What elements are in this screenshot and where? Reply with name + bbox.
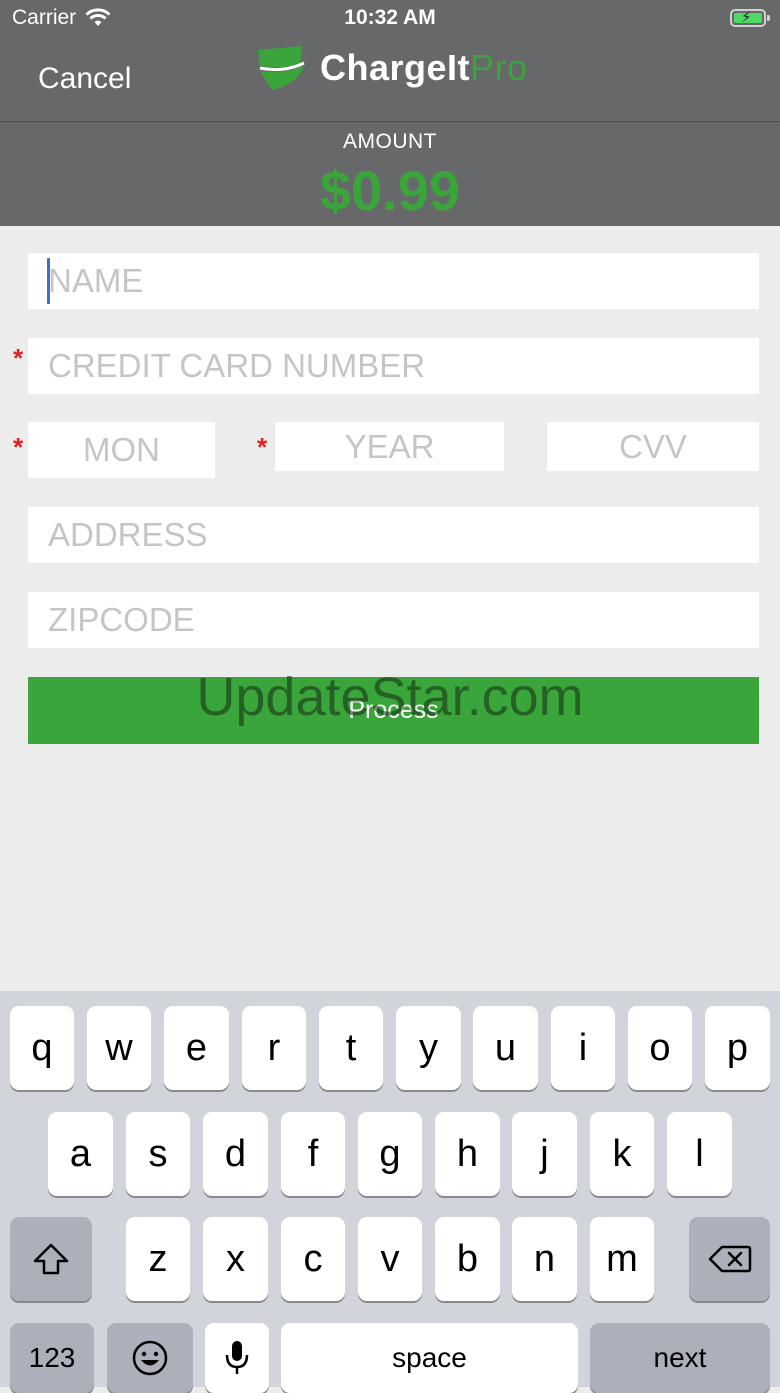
status-time: 10:32 AM [344,6,436,29]
card-required-marker: * [13,343,24,373]
amount-value: $0.99 [319,159,461,222]
key-y[interactable]: y [396,1006,461,1090]
battery-icon: ⚡ [730,9,770,27]
month-required-marker: * [13,432,24,462]
key-g[interactable]: g [358,1112,422,1196]
header: Carrier 10:32 AM ⚡ Cancel ChargeItPro AM… [0,0,780,226]
cvv-input[interactable] [547,422,759,471]
key-f[interactable]: f [281,1112,345,1196]
emoji-key[interactable] [107,1323,193,1393]
navigation-bar: Carrier 10:32 AM ⚡ Cancel ChargeItPro [0,0,780,122]
microphone-icon [225,1341,249,1374]
zipcode-input[interactable] [28,592,759,648]
year-required-marker: * [257,432,268,462]
key-m[interactable]: m [590,1217,654,1301]
year-input[interactable] [275,422,504,471]
name-input[interactable] [28,253,759,309]
address-input[interactable] [28,507,759,563]
logo-main: ChargeIt [320,47,471,88]
key-i[interactable]: i [551,1006,615,1090]
key-s[interactable]: s [126,1112,190,1196]
key-c[interactable]: c [281,1217,345,1301]
key-q[interactable]: q [10,1006,74,1090]
month-input[interactable] [28,422,215,478]
backspace-key[interactable] [689,1217,770,1301]
key-e[interactable]: e [164,1006,229,1090]
microphone-key[interactable] [205,1323,269,1393]
shift-icon [33,1243,69,1275]
backspace-icon [708,1245,751,1273]
app-logo: ChargeItPro [256,44,528,92]
numbers-key[interactable]: 123 [10,1323,94,1393]
cancel-button[interactable]: Cancel [38,62,131,96]
text-cursor [47,258,50,304]
logo-accent: Pro [470,47,528,88]
header-divider [0,121,780,122]
key-w[interactable]: w [87,1006,151,1090]
key-n[interactable]: n [512,1217,577,1301]
amount-label: AMOUNT [343,130,437,153]
keyboard: q w e r t y u i o p a s d f g h j k l z … [0,991,780,1393]
key-h[interactable]: h [435,1112,500,1196]
key-v[interactable]: v [358,1217,422,1301]
key-z[interactable]: z [126,1217,190,1301]
key-u[interactable]: u [473,1006,538,1090]
logo-icon [258,46,305,90]
key-p[interactable]: p [705,1006,770,1090]
next-key[interactable]: next [590,1323,770,1393]
logo-text: ChargeItPro [320,47,528,89]
space-key[interactable]: space [281,1323,578,1393]
key-b[interactable]: b [435,1217,500,1301]
key-x[interactable]: x [203,1217,268,1301]
key-l[interactable]: l [667,1112,732,1196]
credit-card-input[interactable] [28,338,759,394]
key-j[interactable]: j [512,1112,577,1196]
key-o[interactable]: o [628,1006,692,1090]
key-k[interactable]: k [590,1112,654,1196]
key-t[interactable]: t [319,1006,383,1090]
key-d[interactable]: d [203,1112,268,1196]
key-r[interactable]: r [242,1006,306,1090]
shift-key[interactable] [10,1217,92,1301]
key-a[interactable]: a [48,1112,113,1196]
process-button[interactable]: Process [28,677,759,744]
emoji-icon [132,1340,168,1376]
